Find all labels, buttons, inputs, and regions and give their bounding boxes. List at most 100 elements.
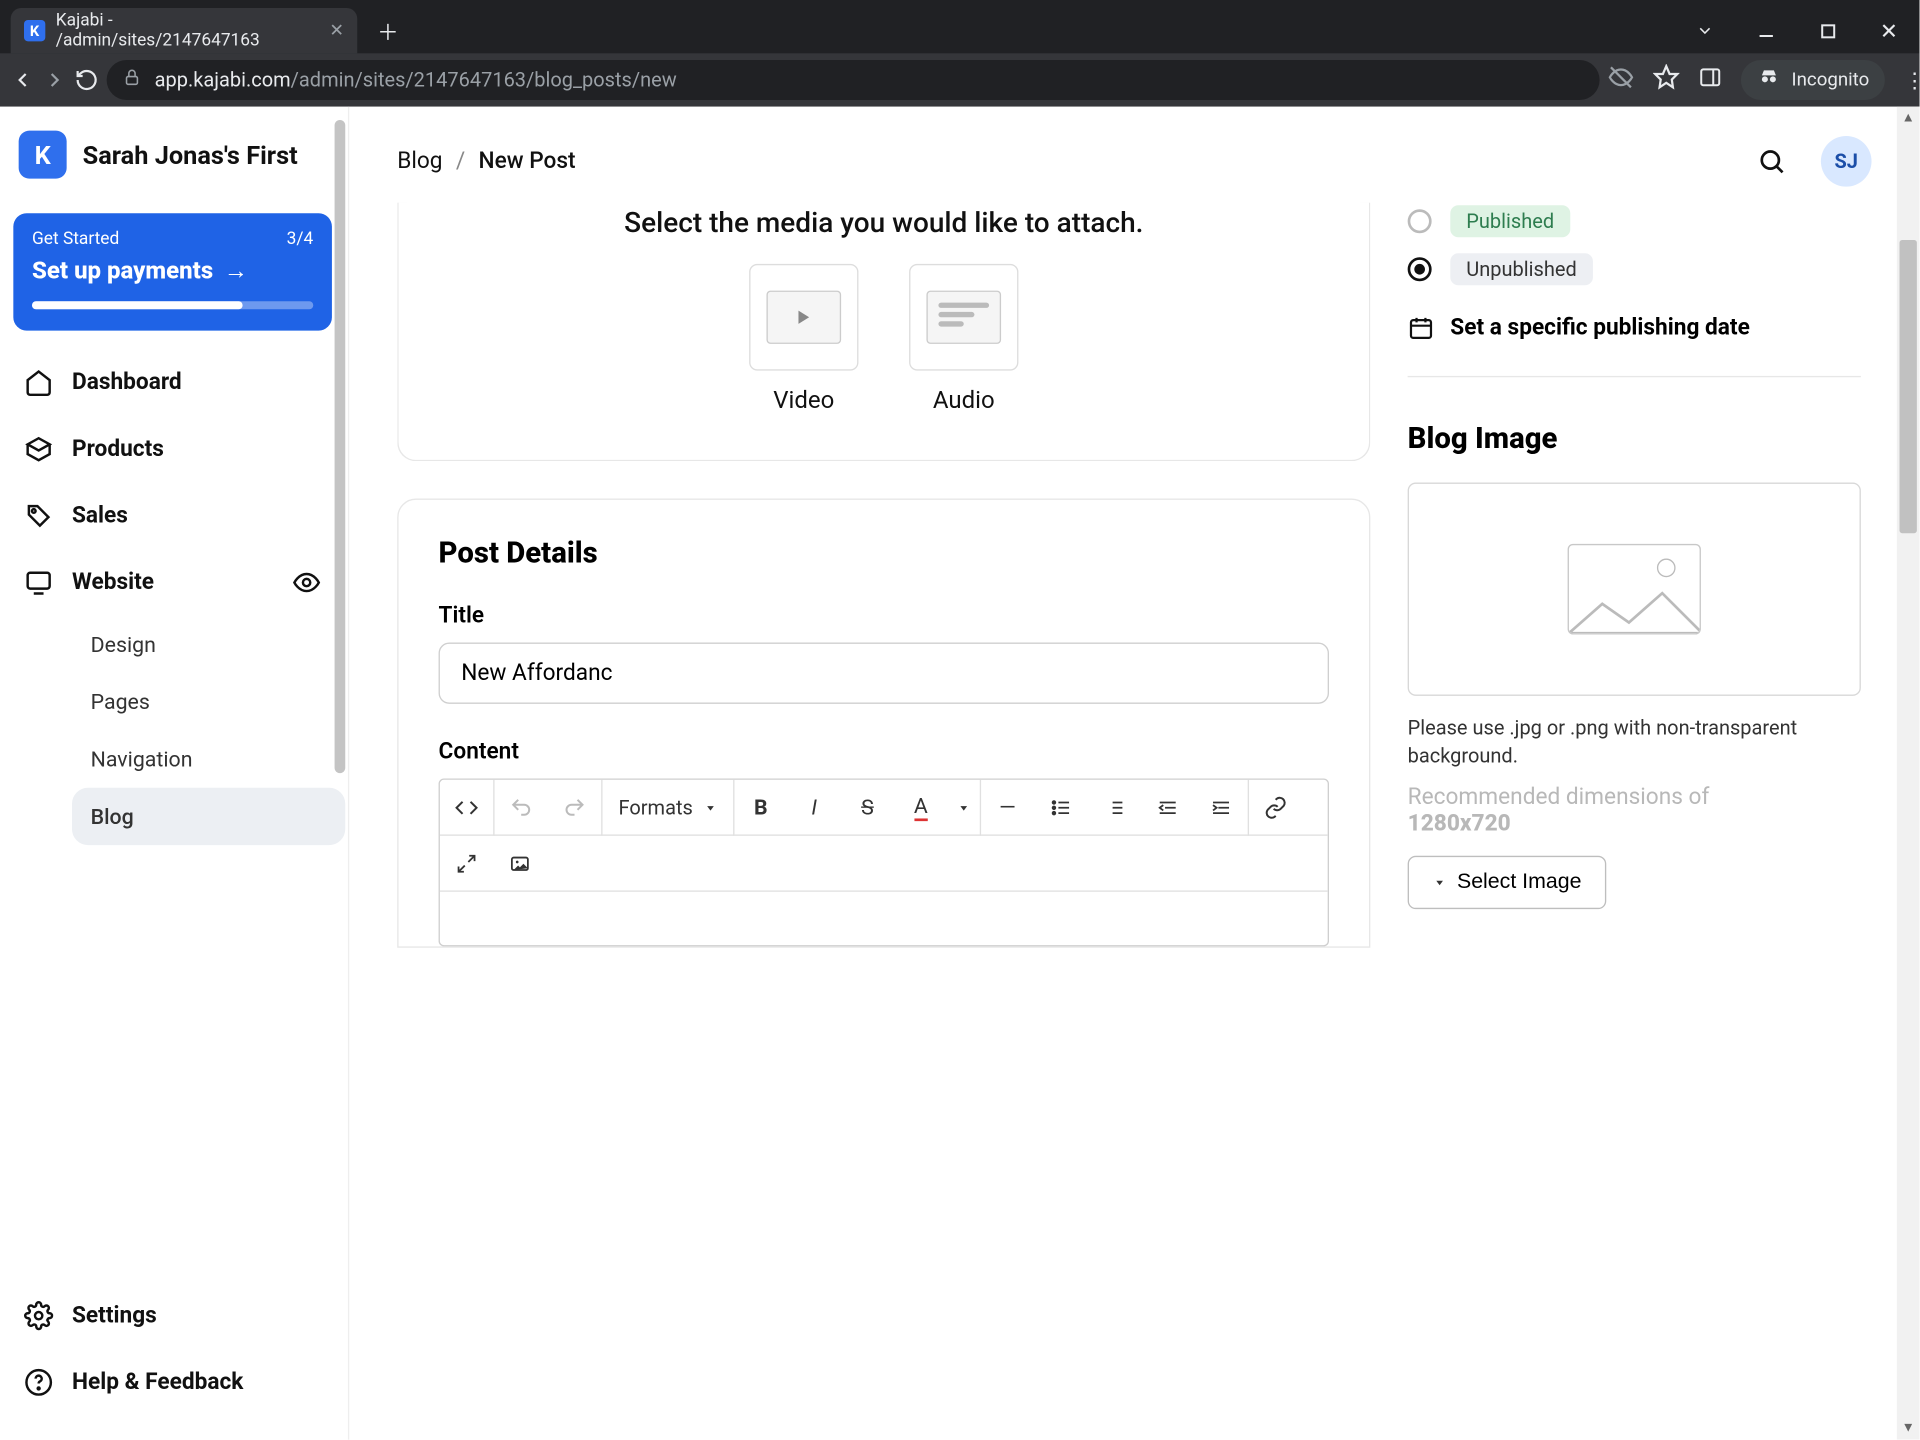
media-label: Video (773, 387, 834, 415)
media-label: Audio (933, 387, 995, 415)
content-label: Content (439, 738, 1329, 765)
post-details-panel: Post Details Title Content Formats (397, 499, 1370, 948)
sidebar-item-label: Dashboard (72, 369, 182, 396)
bullet-list-button[interactable] (1034, 779, 1087, 835)
get-started-card[interactable]: Get Started 3/4 Set up payments → (13, 213, 332, 330)
sidebar-item-website[interactable]: Website (0, 549, 345, 616)
incognito-badge[interactable]: Incognito (1741, 60, 1885, 100)
sidebar-scrollbar[interactable] (332, 120, 348, 893)
radio-unchecked-icon (1408, 209, 1432, 233)
progress-bar (32, 301, 313, 309)
sidebar-item-dashboard[interactable]: Dashboard (0, 349, 345, 416)
image-dropzone[interactable] (1408, 483, 1861, 696)
select-image-button[interactable]: Select Image (1408, 856, 1607, 909)
breadcrumb: Blog / New Post (397, 148, 575, 175)
code-view-button[interactable] (440, 779, 493, 835)
sidebar-subitem-design[interactable]: Design (72, 616, 345, 673)
window-minimize-icon[interactable] (1736, 8, 1797, 53)
text-color-caret[interactable] (947, 779, 979, 835)
user-avatar[interactable]: SJ (1821, 136, 1872, 187)
home-icon (24, 368, 53, 397)
status-unpublished-option[interactable]: Unpublished (1408, 253, 1861, 285)
sidebar-item-sales[interactable]: Sales (0, 483, 345, 550)
reload-button[interactable] (75, 57, 99, 102)
panel-icon[interactable] (1698, 65, 1722, 94)
sidebar-item-settings[interactable]: Settings (0, 1282, 348, 1349)
sidebar-item-label: Sales (72, 503, 128, 530)
calendar-icon (1408, 315, 1435, 342)
media-option-video[interactable]: Video (749, 264, 858, 415)
window-maximize-icon[interactable] (1797, 8, 1858, 53)
sidebar-item-products[interactable]: Products (0, 416, 345, 483)
set-publish-date[interactable]: Set a specific publishing date (1408, 315, 1861, 342)
bookmark-star-icon[interactable] (1653, 64, 1680, 96)
formats-dropdown[interactable]: Formats (603, 795, 733, 819)
browser-tab[interactable]: K Kajabi - /admin/sites/2147647163 ✕ (11, 8, 358, 53)
search-button[interactable] (1746, 136, 1797, 187)
sidebar-subitem-navigation[interactable]: Navigation (72, 730, 345, 787)
caret-down-icon (703, 800, 716, 813)
forward-button[interactable] (43, 57, 67, 102)
get-started-label: Get Started (32, 229, 119, 249)
redo-button[interactable] (548, 779, 601, 835)
title-input[interactable] (439, 643, 1329, 704)
editor-content-area[interactable] (440, 892, 1328, 945)
brand-logo: K (19, 131, 67, 179)
indent-button[interactable] (1194, 779, 1247, 835)
text-color-button[interactable]: A (894, 779, 947, 835)
url-path: /admin/sites/2147647163/blog_posts/new (291, 68, 677, 92)
url-domain: app.kajabi.com (155, 68, 291, 92)
sidebar-subitem-pages[interactable]: Pages (72, 673, 345, 730)
sidebar-item-help[interactable]: Help & Feedback (0, 1349, 348, 1416)
address-bar[interactable]: app.kajabi.com/admin/sites/2147647163/bl… (107, 60, 1600, 100)
scroll-up-icon[interactable]: ▲ (1897, 107, 1920, 130)
media-attach-panel: Select the media you would like to attac… (397, 203, 1370, 462)
horizontal-rule-button[interactable]: — (981, 779, 1034, 835)
fullscreen-button[interactable] (440, 835, 493, 891)
radio-checked-icon (1408, 257, 1432, 281)
brand[interactable]: K Sarah Jonas's First (0, 107, 345, 203)
scroll-thumb[interactable] (1900, 240, 1917, 533)
sidebar-item-label: Help & Feedback (72, 1369, 243, 1396)
tag-icon (24, 501, 53, 530)
title-label: Title (439, 603, 1329, 630)
breadcrumb-root[interactable]: Blog (397, 148, 442, 175)
main-content: Blog / New Post SJ Select the media you … (349, 107, 1919, 1440)
sidebar-item-label: Settings (72, 1302, 157, 1329)
scroll-down-icon[interactable]: ▼ (1897, 1417, 1920, 1440)
status-published-option[interactable]: Published (1408, 205, 1861, 237)
box-icon (24, 435, 53, 464)
video-thumbnail-icon (749, 264, 858, 371)
undo-button[interactable] (495, 779, 548, 835)
main-scrollbar[interactable]: ▲ ▼ (1897, 107, 1920, 1440)
link-button[interactable] (1249, 779, 1302, 835)
gear-icon (24, 1301, 53, 1330)
eye-icon[interactable] (292, 568, 321, 597)
site-name: Sarah Jonas's First (83, 139, 298, 170)
back-button[interactable] (11, 57, 35, 102)
image-placeholder-icon (1568, 544, 1701, 635)
tab-search-icon[interactable] (1674, 8, 1735, 53)
rich-text-editor: Formats B I S A — (439, 778, 1329, 946)
outdent-button[interactable] (1141, 779, 1194, 835)
publish-status: Published Unpublished Set a specific pub… (1408, 203, 1861, 378)
sidebar: K Sarah Jonas's First Get Started 3/4 Se… (0, 107, 349, 1440)
sidebar-subitem-blog[interactable]: Blog (72, 788, 345, 845)
published-chip: Published (1450, 205, 1570, 237)
italic-button[interactable]: I (787, 779, 840, 835)
media-prompt: Select the media you would like to attac… (425, 208, 1342, 240)
image-recommendation: Recommended dimensions of 1280x720 (1408, 784, 1861, 837)
monitor-icon (24, 568, 53, 597)
window-close-icon[interactable]: ✕ (1858, 8, 1919, 53)
close-tab-icon[interactable]: ✕ (329, 21, 344, 41)
sidebar-item-label: Website (72, 569, 154, 596)
kebab-menu-icon[interactable]: ⋮ (1904, 67, 1920, 92)
strikethrough-button[interactable]: S (841, 779, 894, 835)
insert-image-button[interactable] (493, 835, 546, 891)
media-option-audio[interactable]: Audio (909, 264, 1018, 415)
bold-button[interactable]: B (734, 779, 787, 835)
new-tab-button[interactable]: ＋ (368, 11, 408, 51)
incognito-icon (1757, 65, 1781, 94)
eye-off-icon[interactable] (1608, 64, 1635, 96)
numbered-list-button[interactable] (1087, 779, 1140, 835)
